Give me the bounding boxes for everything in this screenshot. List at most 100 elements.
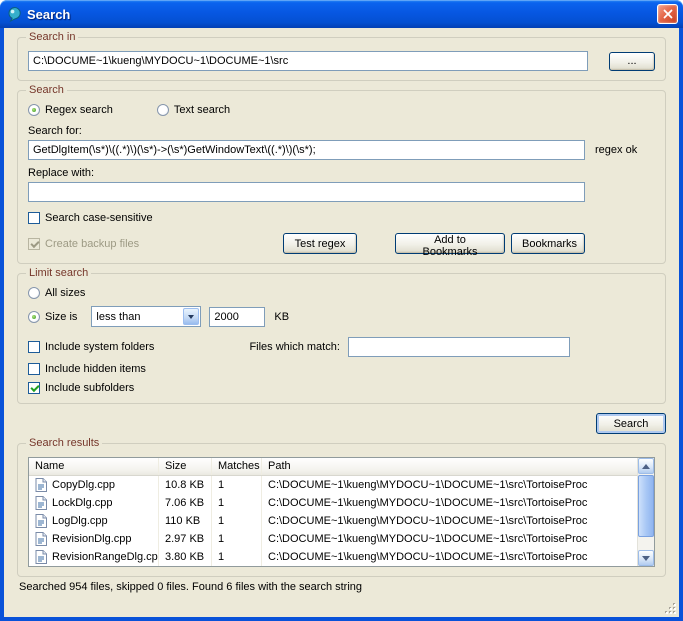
case-sensitive-checkbox[interactable]: Search case-sensitive bbox=[28, 212, 153, 224]
checkbox-box bbox=[28, 382, 40, 394]
table-row[interactable]: LockDlg.cpp 7.06 KB 1 C:\DOCUME~1\kueng\… bbox=[29, 494, 637, 512]
regex-search-radio[interactable]: Regex search bbox=[28, 104, 113, 116]
result-size-cell: 10.8 KB bbox=[159, 476, 212, 494]
file-icon bbox=[35, 532, 47, 546]
file-icon bbox=[35, 478, 47, 492]
browse-button[interactable]: ... bbox=[609, 52, 655, 71]
group-limit-caption: Limit search bbox=[26, 267, 91, 279]
result-size-cell: 2.97 KB bbox=[159, 530, 212, 548]
result-size-cell: 3.80 KB bbox=[159, 548, 212, 566]
result-name-cell: RevisionRangeDlg.cpp bbox=[29, 548, 159, 566]
group-results-caption: Search results bbox=[26, 437, 102, 449]
include-hidden-items-checkbox[interactable]: Include hidden items bbox=[28, 363, 146, 375]
size-comparison-select[interactable]: less than bbox=[91, 306, 201, 327]
result-path-cell: C:\DOCUME~1\kueng\MYDOCU~1\DOCUME~1\src\… bbox=[262, 476, 637, 494]
search-button[interactable]: Search bbox=[596, 413, 666, 434]
resize-grip[interactable] bbox=[664, 602, 677, 615]
result-name-cell: LockDlg.cpp bbox=[29, 494, 159, 512]
include-system-folders-checkbox[interactable]: Include system folders bbox=[28, 341, 154, 353]
result-name-cell: RevisionDlg.cpp bbox=[29, 530, 159, 548]
add-to-bookmarks-button[interactable]: Add to Bookmarks bbox=[395, 233, 505, 254]
table-row[interactable]: RevisionRangeDlg.cpp 3.80 KB 1 C:\DOCUME… bbox=[29, 548, 637, 566]
group-search-caption: Search bbox=[26, 84, 67, 96]
radio-indicator bbox=[28, 287, 40, 299]
arrow-up-icon bbox=[642, 460, 650, 469]
radio-indicator bbox=[28, 311, 40, 323]
column-header-name[interactable]: Name bbox=[29, 458, 159, 475]
include-subfolders-label: Include subfolders bbox=[45, 382, 134, 394]
result-matches-cell: 1 bbox=[212, 548, 262, 566]
include-subfolders-checkbox[interactable]: Include subfolders bbox=[28, 382, 134, 394]
replace-with-input[interactable] bbox=[28, 182, 585, 202]
regex-search-radio-label: Regex search bbox=[45, 104, 113, 116]
include-system-folders-label: Include system folders bbox=[45, 341, 154, 353]
file-icon bbox=[35, 514, 47, 528]
result-size-cell: 110 KB bbox=[159, 512, 212, 530]
results-list: Name Size Matches Path CopyDlg.cpp 10.8 … bbox=[28, 457, 655, 567]
size-comparison-value: less than bbox=[96, 311, 140, 323]
group-search-in-caption: Search in bbox=[26, 31, 78, 43]
result-name-cell: CopyDlg.cpp bbox=[29, 476, 159, 494]
checkbox-box bbox=[28, 212, 40, 224]
result-path-cell: C:\DOCUME~1\kueng\MYDOCU~1\DOCUME~1\src\… bbox=[262, 530, 637, 548]
checkbox-box bbox=[28, 363, 40, 375]
radio-indicator bbox=[28, 104, 40, 116]
result-path-cell: C:\DOCUME~1\kueng\MYDOCU~1\DOCUME~1\src\… bbox=[262, 512, 637, 530]
all-sizes-radio[interactable]: All sizes bbox=[28, 287, 85, 299]
create-backup-checkbox: Create backup files bbox=[28, 238, 139, 250]
replace-with-label: Replace with: bbox=[28, 167, 655, 179]
scroll-down-button[interactable] bbox=[638, 550, 654, 566]
file-icon bbox=[35, 550, 47, 564]
arrow-down-icon bbox=[642, 556, 650, 565]
chevron-down-icon bbox=[183, 308, 199, 325]
column-header-path[interactable]: Path bbox=[262, 458, 637, 475]
results-rows: CopyDlg.cpp 10.8 KB 1 C:\DOCUME~1\kueng\… bbox=[29, 476, 637, 566]
column-header-size[interactable]: Size bbox=[159, 458, 212, 475]
file-icon bbox=[35, 496, 47, 510]
search-for-label: Search for: bbox=[28, 125, 655, 137]
group-search: Search Regex search Text search Search f… bbox=[17, 90, 666, 264]
search-in-path-input[interactable] bbox=[28, 51, 588, 71]
size-is-radio[interactable]: Size is bbox=[28, 311, 77, 323]
test-regex-button[interactable]: Test regex bbox=[283, 233, 357, 254]
checkbox-box bbox=[28, 341, 40, 353]
search-dialog-window: Search Search in ... Search Regex search bbox=[0, 0, 683, 621]
result-matches-cell: 1 bbox=[212, 494, 262, 512]
text-search-radio-label: Text search bbox=[174, 104, 230, 116]
files-which-match-label: Files which match: bbox=[249, 341, 339, 353]
window-title: Search bbox=[27, 7, 70, 22]
text-search-radio[interactable]: Text search bbox=[157, 104, 230, 116]
result-size-cell: 7.06 KB bbox=[159, 494, 212, 512]
bookmarks-button[interactable]: Bookmarks bbox=[511, 233, 585, 254]
checkbox-box bbox=[28, 238, 40, 250]
create-backup-label: Create backup files bbox=[45, 238, 139, 250]
result-matches-cell: 1 bbox=[212, 512, 262, 530]
regex-status: regex ok bbox=[595, 144, 637, 156]
size-is-label: Size is bbox=[45, 311, 77, 323]
search-for-input[interactable] bbox=[28, 140, 585, 160]
size-value-input[interactable] bbox=[209, 307, 265, 327]
table-row[interactable]: CopyDlg.cpp 10.8 KB 1 C:\DOCUME~1\kueng\… bbox=[29, 476, 637, 494]
case-sensitive-label: Search case-sensitive bbox=[45, 212, 153, 224]
table-row[interactable]: RevisionDlg.cpp 2.97 KB 1 C:\DOCUME~1\ku… bbox=[29, 530, 637, 548]
dialog-content: Search in ... Search Regex search Text s… bbox=[4, 28, 679, 617]
group-limit-search: Limit search All sizes Size is less than… bbox=[17, 273, 666, 404]
close-button[interactable] bbox=[657, 4, 678, 24]
all-sizes-label: All sizes bbox=[45, 287, 85, 299]
group-search-in: Search in ... bbox=[17, 37, 666, 81]
group-search-results: Search results Name Size Matches Path Co… bbox=[17, 443, 666, 577]
result-path-cell: C:\DOCUME~1\kueng\MYDOCU~1\DOCUME~1\src\… bbox=[262, 548, 637, 566]
results-header: Name Size Matches Path bbox=[29, 458, 637, 476]
status-text: Searched 954 files, skipped 0 files. Fou… bbox=[19, 581, 664, 593]
table-row[interactable]: LogDlg.cpp 110 KB 1 C:\DOCUME~1\kueng\MY… bbox=[29, 512, 637, 530]
radio-indicator bbox=[157, 104, 169, 116]
title-bar[interactable]: Search bbox=[0, 0, 683, 28]
scroll-thumb[interactable] bbox=[638, 475, 654, 537]
result-name-cell: LogDlg.cpp bbox=[29, 512, 159, 530]
include-hidden-items-label: Include hidden items bbox=[45, 363, 146, 375]
scroll-up-button[interactable] bbox=[638, 458, 654, 474]
column-header-matches[interactable]: Matches bbox=[212, 458, 262, 475]
close-icon bbox=[663, 9, 673, 19]
result-path-cell: C:\DOCUME~1\kueng\MYDOCU~1\DOCUME~1\src\… bbox=[262, 494, 637, 512]
files-which-match-input[interactable] bbox=[348, 337, 570, 357]
